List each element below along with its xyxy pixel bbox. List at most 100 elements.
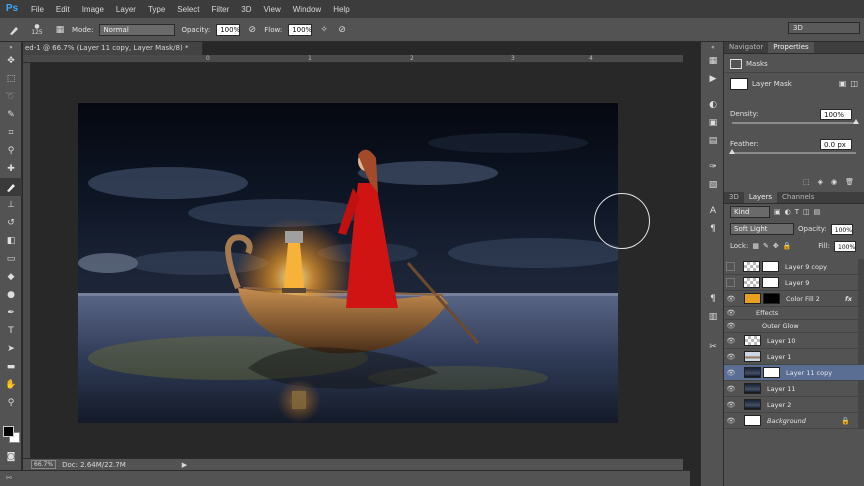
history-brush-tool-icon[interactable]: ↺ bbox=[0, 214, 22, 232]
feather-slider-knob[interactable] bbox=[729, 149, 735, 154]
info-panel-icon[interactable]: ▥ bbox=[701, 308, 725, 326]
blur-tool-icon[interactable]: ◆ bbox=[0, 268, 22, 286]
layer-row[interactable]: 👁 Layer 11 bbox=[724, 381, 864, 397]
layer-mask-thumbnail[interactable] bbox=[763, 367, 780, 378]
layer-mask-thumbnail[interactable] bbox=[763, 293, 780, 304]
visibility-eye-icon[interactable] bbox=[726, 262, 735, 271]
opacity-field[interactable]: 100% bbox=[216, 23, 240, 36]
foreground-color-swatch[interactable] bbox=[3, 426, 14, 437]
visibility-eye-icon[interactable]: 👁 bbox=[724, 401, 738, 409]
workspace-select[interactable]: 3D bbox=[788, 22, 860, 34]
healing-brush-tool-icon[interactable]: ✚ bbox=[0, 160, 22, 178]
filter-smart-icon[interactable]: ▤ bbox=[814, 208, 821, 216]
visibility-eye-icon[interactable]: 👁 bbox=[724, 353, 738, 361]
lock-image-icon[interactable]: ✎ bbox=[763, 242, 769, 250]
marquee-tool-icon[interactable]: ⬚ bbox=[0, 70, 22, 88]
hand-tool-icon[interactable]: ✋ bbox=[0, 376, 22, 394]
filter-shape-icon[interactable]: ◫ bbox=[803, 208, 810, 216]
pixel-mask-icon[interactable]: ▣ bbox=[839, 79, 847, 88]
clone-stamp-tool-icon[interactable]: ⊥ bbox=[0, 196, 22, 214]
artwork-canvas[interactable] bbox=[78, 103, 618, 423]
lock-position-icon[interactable]: ✥ bbox=[773, 242, 779, 250]
layer-row[interactable]: 👁 Layer 1 bbox=[724, 349, 864, 365]
tablet-pressure-opacity-icon[interactable]: ⊘ bbox=[246, 24, 258, 36]
layer-thumbnail[interactable] bbox=[743, 261, 760, 272]
layer-thumbnail[interactable] bbox=[744, 415, 761, 426]
menu-image[interactable]: Image bbox=[76, 5, 110, 14]
tab-layers[interactable]: Layers bbox=[743, 192, 778, 203]
menu-select[interactable]: Select bbox=[171, 5, 205, 14]
layer-thumbnail[interactable] bbox=[744, 383, 761, 394]
visibility-eye-icon[interactable] bbox=[726, 278, 735, 287]
layer-row[interactable]: Layer 9 copy bbox=[724, 259, 864, 275]
actions-panel-icon[interactable]: ▶ bbox=[701, 70, 725, 88]
shape-tool-icon[interactable]: ▬ bbox=[0, 358, 22, 376]
visibility-eye-icon[interactable]: 👁 bbox=[724, 309, 738, 317]
layer-thumbnail[interactable] bbox=[744, 293, 761, 304]
eraser-tool-icon[interactable]: ◧ bbox=[0, 232, 22, 250]
filter-pixel-icon[interactable]: ▣ bbox=[774, 208, 781, 216]
mode-select[interactable]: Normal bbox=[99, 23, 176, 36]
swatches-panel-icon[interactable]: ▤ bbox=[701, 132, 725, 150]
density-slider[interactable] bbox=[732, 119, 859, 124]
layer-fx-icon[interactable]: fx bbox=[845, 295, 852, 303]
brush-preset-picker[interactable]: ● 125 bbox=[26, 23, 48, 36]
filter-kind-select[interactable]: Kind bbox=[730, 206, 770, 218]
type-tool-icon[interactable]: T bbox=[0, 322, 22, 340]
zoom-level[interactable]: 66.7% bbox=[31, 460, 57, 469]
visibility-eye-icon[interactable]: 👁 bbox=[724, 337, 738, 345]
brush-tool-icon[interactable] bbox=[0, 178, 22, 196]
status-menu-arrow[interactable]: ▶ bbox=[182, 461, 187, 469]
layer-row[interactable]: Layer 9 bbox=[724, 275, 864, 291]
layer-mask-icon[interactable] bbox=[730, 77, 748, 90]
dock-collapse-icon[interactable]: « bbox=[701, 42, 725, 52]
brush-panel-icon[interactable]: ▧ bbox=[701, 176, 725, 194]
layer-mask-thumbnail[interactable] bbox=[762, 261, 779, 272]
menu-edit[interactable]: Edit bbox=[50, 5, 76, 14]
flow-field[interactable]: 100% bbox=[288, 23, 312, 36]
toggle-mask-icon[interactable]: ◉ bbox=[831, 178, 837, 186]
paragraph-styles-icon[interactable]: ¶ bbox=[701, 290, 725, 308]
quick-mask-icon[interactable]: ◙ bbox=[0, 448, 22, 466]
delete-mask-icon[interactable]: 🗑 bbox=[845, 178, 854, 186]
lock-transparent-icon[interactable]: ▦ bbox=[752, 242, 759, 250]
tablet-pressure-size-icon[interactable]: ⊘ bbox=[336, 24, 348, 36]
tool-presets-icon[interactable]: ✂ bbox=[701, 338, 725, 356]
vector-mask-icon[interactable]: ◫ bbox=[850, 79, 858, 88]
load-selection-icon[interactable]: ⬚ bbox=[803, 178, 810, 186]
blend-mode-select[interactable]: Soft Light bbox=[730, 223, 794, 235]
filter-adjust-icon[interactable]: ◐ bbox=[785, 208, 791, 216]
apply-mask-icon[interactable]: ◈ bbox=[818, 178, 823, 186]
airbrush-icon[interactable]: ✧ bbox=[318, 24, 330, 36]
layer-thumbnail[interactable] bbox=[744, 335, 761, 346]
layer-thumbnail[interactable] bbox=[743, 277, 760, 288]
tab-navigator[interactable]: Navigator bbox=[724, 42, 768, 53]
lock-all-icon[interactable]: 🔒 bbox=[783, 242, 792, 250]
fill-field[interactable]: 100% bbox=[834, 240, 856, 252]
path-selection-tool-icon[interactable]: ➤ bbox=[0, 340, 22, 358]
visibility-eye-icon[interactable]: 👁 bbox=[724, 369, 738, 377]
layer-effect-row[interactable]: 👁 Outer Glow bbox=[724, 320, 864, 333]
layer-thumbnail[interactable] bbox=[744, 367, 761, 378]
collapse-icon[interactable]: » bbox=[0, 42, 22, 52]
layer-row[interactable]: 👁 Color Fill 2 fx bbox=[724, 291, 864, 307]
tab-3d[interactable]: 3D bbox=[724, 192, 744, 203]
zoom-tool-icon[interactable]: ⚲ bbox=[0, 394, 22, 412]
layer-thumbnail[interactable] bbox=[744, 351, 761, 362]
eyedropper-tool-icon[interactable]: ⚲ bbox=[0, 142, 22, 160]
tab-properties[interactable]: Properties bbox=[768, 42, 814, 53]
menu-window[interactable]: Window bbox=[287, 5, 327, 14]
history-panel-icon[interactable]: ▦ bbox=[701, 52, 725, 70]
gradient-tool-icon[interactable]: ▭ bbox=[0, 250, 22, 268]
brush-tool-icon[interactable] bbox=[8, 24, 20, 36]
brush-presets-panel-icon[interactable]: ✑ bbox=[701, 158, 725, 176]
menu-help[interactable]: Help bbox=[327, 5, 355, 14]
layer-row[interactable]: 👁 Layer 2 bbox=[724, 397, 864, 413]
dodge-tool-icon[interactable]: ● bbox=[0, 286, 22, 304]
quick-selection-tool-icon[interactable]: ✎ bbox=[0, 106, 22, 124]
pen-tool-icon[interactable]: ✒ bbox=[0, 304, 22, 322]
styles-panel-icon[interactable]: ▣ bbox=[701, 114, 725, 132]
feather-field[interactable]: 0.0 px bbox=[820, 138, 852, 150]
layer-opacity-field[interactable]: 100% bbox=[830, 223, 853, 235]
menu-3d[interactable]: 3D bbox=[235, 5, 257, 14]
